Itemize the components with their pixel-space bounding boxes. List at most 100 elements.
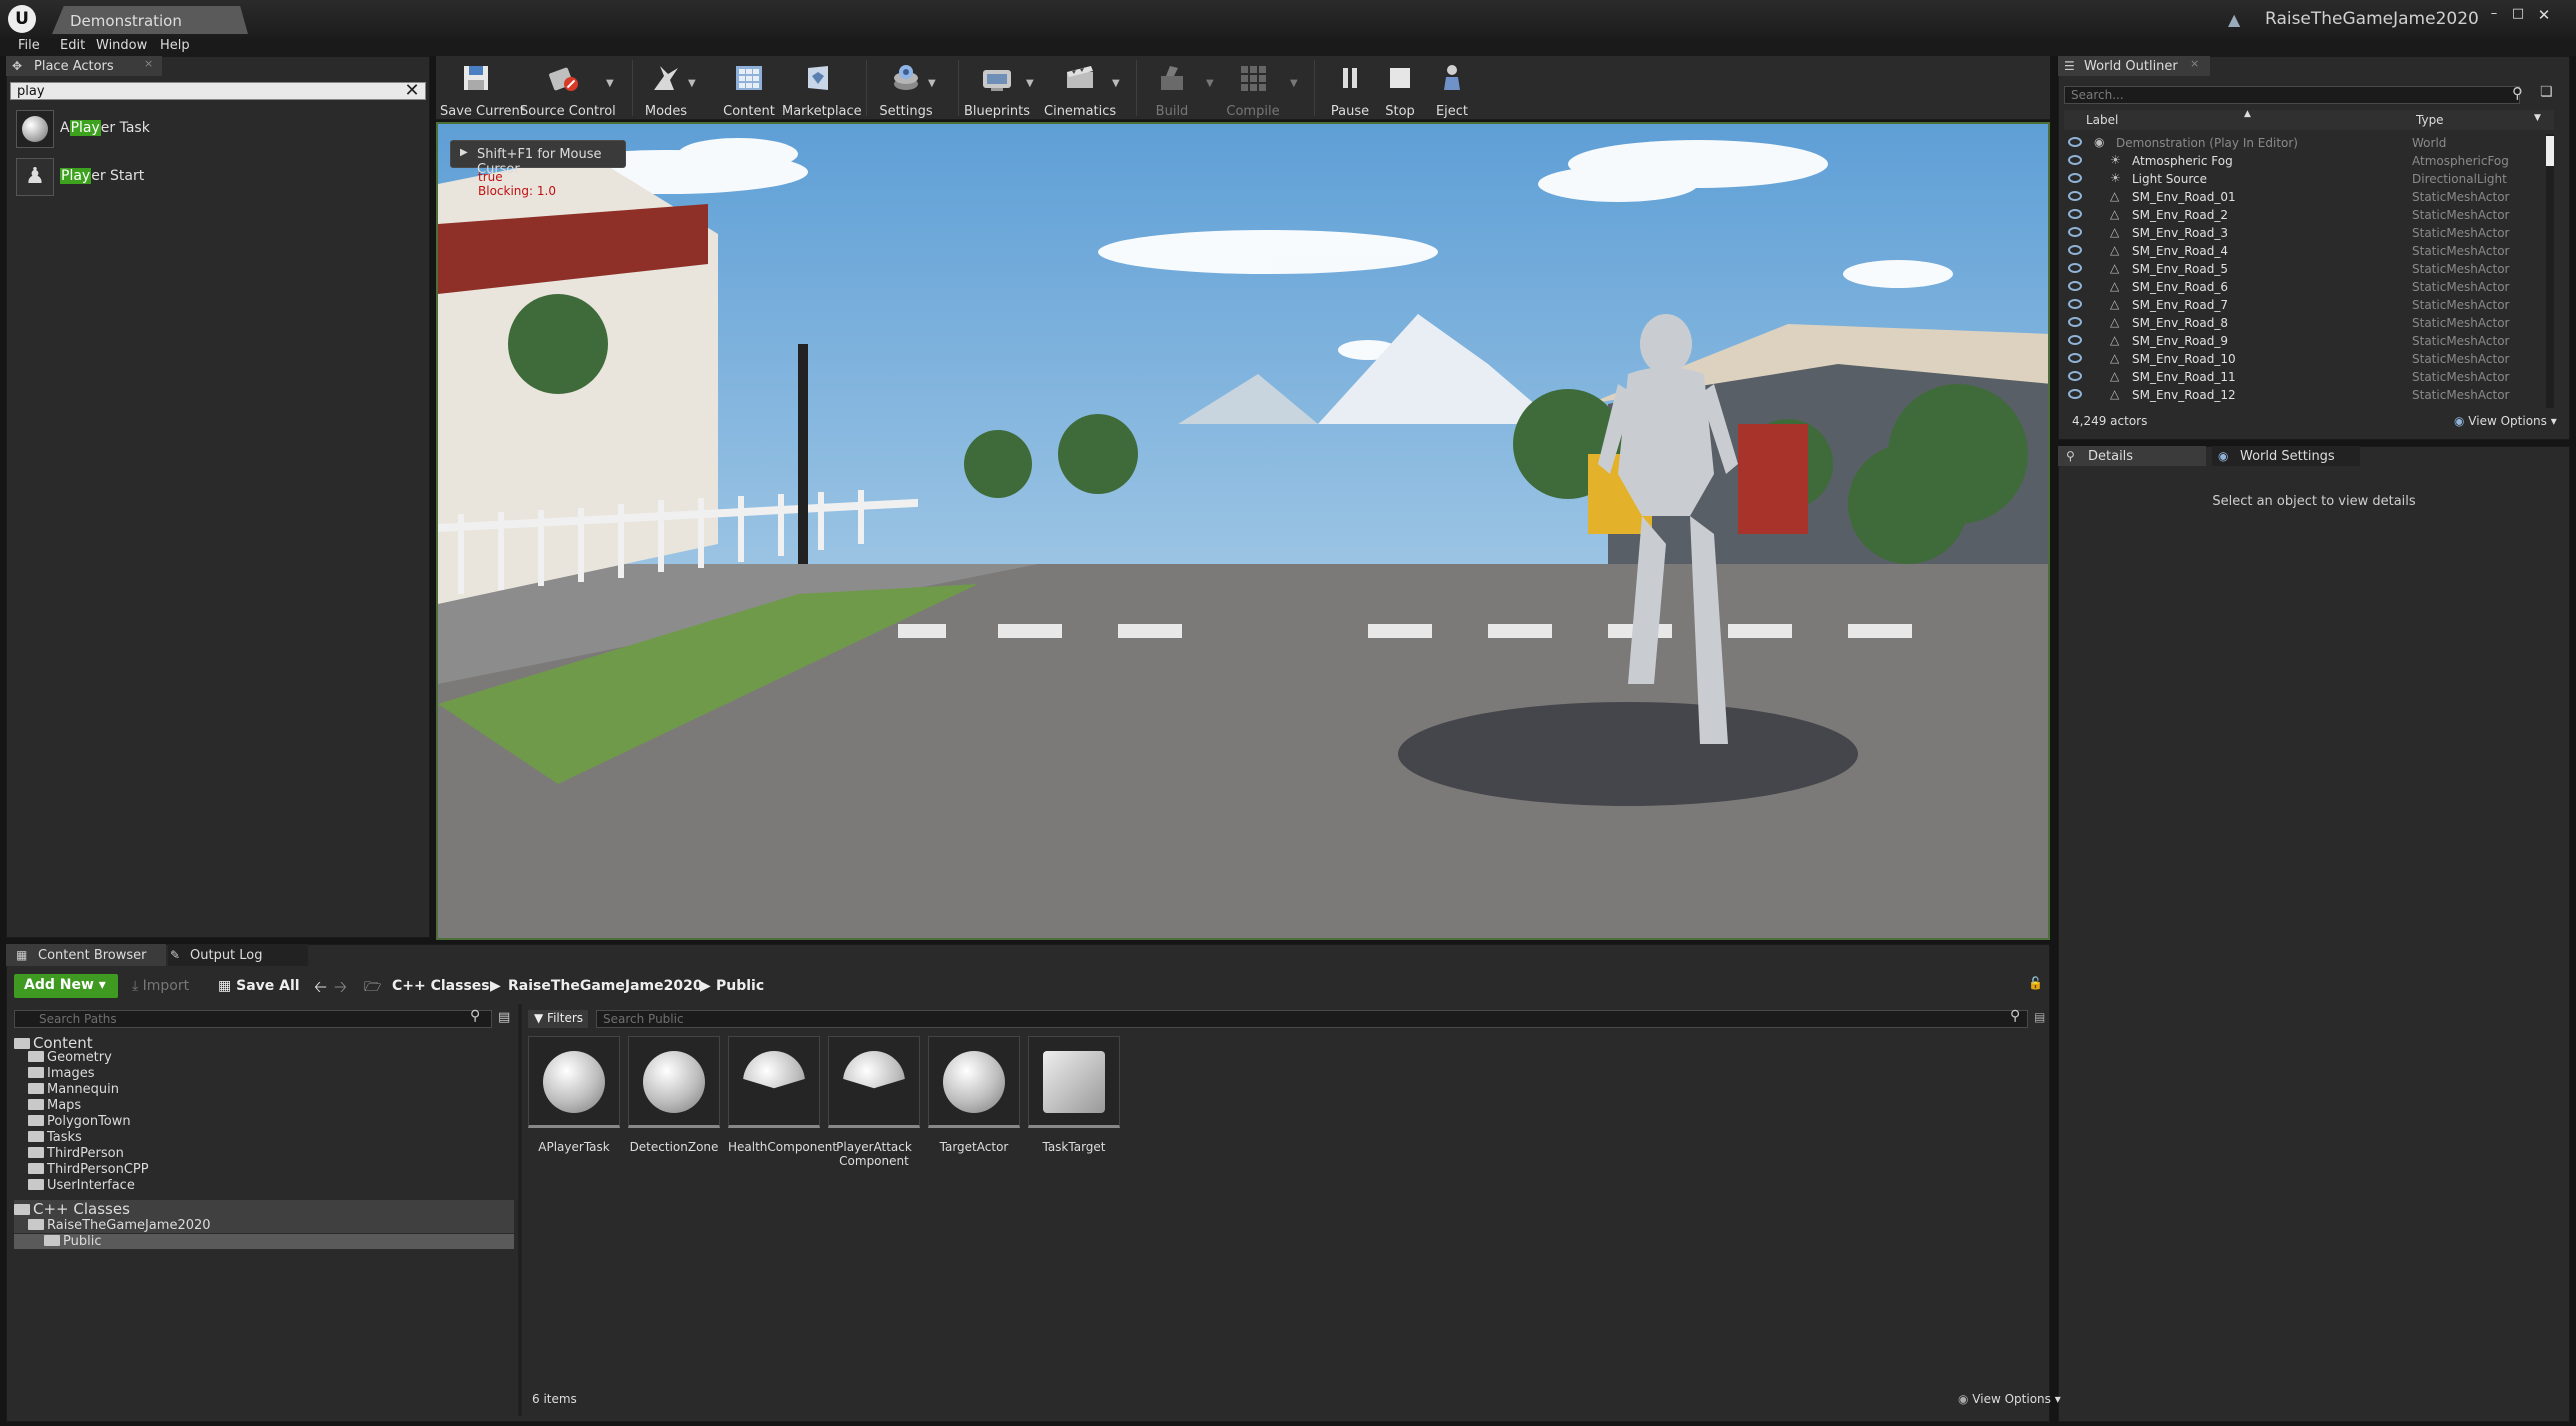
- tab-world-outliner[interactable]: World Outliner: [2058, 56, 2210, 76]
- asset-tile[interactable]: APlayerTask: [528, 1036, 620, 1172]
- folder-tree-item[interactable]: Geometry: [28, 1050, 112, 1065]
- folder-tree-item[interactable]: Images: [28, 1066, 95, 1081]
- visibility-eye-icon[interactable]: [2068, 209, 2082, 219]
- tab-close-icon[interactable]: ×: [144, 57, 153, 70]
- outliner-view-options-button[interactable]: ◉ View Options ▾: [2454, 414, 2557, 428]
- settings-dropdown-icon[interactable]: ▼: [928, 78, 936, 89]
- outliner-row[interactable]: △ SM_Env_Road_9 StaticMeshActor: [2064, 332, 2546, 350]
- save-all-button[interactable]: ▦ Save All: [218, 974, 300, 994]
- folder-tree-item[interactable]: PolygonTown: [28, 1114, 131, 1129]
- menu-edit[interactable]: Edit: [60, 38, 85, 53]
- outliner-row[interactable]: △ SM_Env_Road_7 StaticMeshActor: [2064, 296, 2546, 314]
- source-control-button[interactable]: Source Control: [520, 58, 616, 120]
- folder-tree-item[interactable]: Mannequin: [28, 1082, 119, 1097]
- visibility-eye-icon[interactable]: [2068, 173, 2082, 183]
- breadcrumb-cpp-classes[interactable]: C++ Classes: [392, 978, 490, 994]
- close-icon[interactable]: ✕: [2534, 6, 2554, 24]
- marketplace-button[interactable]: Marketplace: [782, 58, 862, 120]
- outliner-row[interactable]: △ SM_Env_Road_4 StaticMeshActor: [2064, 242, 2546, 260]
- breadcrumb-project[interactable]: RaiseTheGameJame2020: [508, 978, 703, 994]
- visibility-eye-icon[interactable]: [2068, 353, 2082, 363]
- tab-content-browser[interactable]: Content Browser: [6, 944, 166, 966]
- search-icon[interactable]: ⚲: [2512, 84, 2523, 102]
- actor-item-aplayer-task[interactable]: APlayer Task: [16, 110, 416, 152]
- menu-help[interactable]: Help: [160, 38, 190, 53]
- import-button[interactable]: ⤓ Import: [132, 974, 189, 994]
- back-arrow-icon[interactable]: 🡠: [314, 976, 327, 1003]
- asset-tile[interactable]: TaskTarget: [1028, 1036, 1120, 1172]
- visibility-eye-icon[interactable]: [2068, 137, 2082, 147]
- column-dropdown-icon[interactable]: ▼: [2534, 113, 2541, 123]
- outliner-row[interactable]: ☀ Light Source DirectionalLight: [2064, 170, 2546, 188]
- pause-button[interactable]: Pause: [1328, 58, 1372, 120]
- outliner-row[interactable]: ◉ Demonstration (Play In Editor) World: [2064, 134, 2546, 152]
- visibility-eye-icon[interactable]: [2068, 191, 2082, 201]
- visibility-eye-icon[interactable]: [2068, 263, 2082, 273]
- maximize-icon[interactable]: □: [2508, 6, 2528, 22]
- actor-item-player-start[interactable]: ♟ Player Start: [16, 158, 416, 200]
- visibility-eye-icon[interactable]: [2068, 227, 2082, 237]
- tab-output-log[interactable]: Output Log: [168, 944, 308, 966]
- menu-window[interactable]: Window: [96, 38, 147, 53]
- path-view-options-icon[interactable]: ▤: [498, 1010, 510, 1025]
- compile-dropdown-icon[interactable]: ▼: [1290, 78, 1298, 89]
- search-icon[interactable]: ⚲: [470, 1008, 480, 1024]
- filters-button[interactable]: ▼ Filters: [528, 1010, 588, 1028]
- visibility-eye-icon[interactable]: [2068, 389, 2082, 399]
- cinematics-dropdown-icon[interactable]: ▼: [1112, 78, 1120, 89]
- outliner-row[interactable]: △ SM_Env_Road_5 StaticMeshActor: [2064, 260, 2546, 278]
- place-actors-search-input[interactable]: play: [10, 82, 426, 100]
- menu-file[interactable]: File: [18, 38, 40, 53]
- tab-details[interactable]: Details: [2058, 446, 2206, 466]
- settings-button[interactable]: Settings: [876, 58, 936, 120]
- asset-tile[interactable]: DetectionZone: [628, 1036, 720, 1172]
- tab-close-icon[interactable]: ×: [2190, 57, 2199, 70]
- eject-button[interactable]: Eject: [1430, 58, 1474, 120]
- outliner-row[interactable]: △ SM_Env_Road_8 StaticMeshActor: [2064, 314, 2546, 332]
- unreal-logo-icon[interactable]: U: [8, 5, 36, 33]
- source-control-dropdown-icon[interactable]: ▼: [606, 78, 614, 89]
- blueprints-dropdown-icon[interactable]: ▼: [1026, 78, 1034, 89]
- game-scene[interactable]: [438, 124, 2050, 940]
- modes-dropdown-icon[interactable]: ▼: [688, 78, 696, 89]
- save-search-icon[interactable]: ▤: [2034, 1010, 2045, 1024]
- folder-tree-item[interactable]: Maps: [28, 1098, 81, 1113]
- level-tab[interactable]: Demonstration: [52, 6, 248, 34]
- visibility-eye-icon[interactable]: [2068, 371, 2082, 381]
- label-column-header[interactable]: Label: [2086, 113, 2118, 127]
- asset-tile[interactable]: HealthComponent: [728, 1036, 837, 1172]
- breadcrumb-public[interactable]: Public: [716, 978, 764, 994]
- folder-tree-item[interactable]: UserInterface: [28, 1178, 135, 1193]
- folder-tree-item[interactable]: RaiseTheGameJame2020: [14, 1218, 514, 1233]
- outliner-row[interactable]: △ SM_Env_Road_2 StaticMeshActor: [2064, 206, 2546, 224]
- stop-button[interactable]: Stop: [1380, 58, 1420, 120]
- folder-tree-item[interactable]: C++ Classes: [14, 1200, 514, 1218]
- outliner-search-input[interactable]: Search...: [2064, 86, 2520, 104]
- outliner-row[interactable]: △ SM_Env_Road_01 StaticMeshActor: [2064, 188, 2546, 206]
- build-dropdown-icon[interactable]: ▼: [1206, 78, 1214, 89]
- visibility-eye-icon[interactable]: [2068, 317, 2082, 327]
- folder-tree-item[interactable]: ThirdPerson: [28, 1146, 124, 1161]
- minimize-icon[interactable]: –: [2484, 6, 2504, 22]
- modes-button[interactable]: Modes: [640, 58, 692, 120]
- lock-icon[interactable]: 🔓: [2028, 976, 2043, 990]
- visibility-eye-icon[interactable]: [2068, 281, 2082, 291]
- tab-place-actors[interactable]: Place Actors: [6, 56, 162, 76]
- visibility-eye-icon[interactable]: [2068, 335, 2082, 345]
- folder-tree-item[interactable]: Tasks: [28, 1130, 82, 1145]
- asset-tile[interactable]: PlayerAttack Component: [828, 1036, 920, 1172]
- folder-tree-item[interactable]: Public: [14, 1234, 514, 1249]
- outliner-row[interactable]: △ SM_Env_Road_11 StaticMeshActor: [2064, 368, 2546, 386]
- visibility-eye-icon[interactable]: [2068, 155, 2082, 165]
- outliner-row[interactable]: △ SM_Env_Road_10 StaticMeshActor: [2064, 350, 2546, 368]
- add-folder-icon[interactable]: ❏: [2540, 84, 2553, 100]
- search-paths-input[interactable]: Search Paths: [14, 1010, 492, 1028]
- outliner-row[interactable]: △ SM_Env_Road_3 StaticMeshActor: [2064, 224, 2546, 242]
- outliner-scrollbar[interactable]: [2546, 134, 2554, 408]
- tab-world-settings[interactable]: World Settings: [2212, 446, 2360, 466]
- visibility-eye-icon[interactable]: [2068, 299, 2082, 309]
- save-current-button[interactable]: Save Current: [440, 58, 525, 120]
- add-new-button[interactable]: Add New ▾: [14, 974, 118, 998]
- sort-up-icon[interactable]: ▲: [2244, 109, 2251, 119]
- type-column-header[interactable]: Type: [2416, 113, 2444, 127]
